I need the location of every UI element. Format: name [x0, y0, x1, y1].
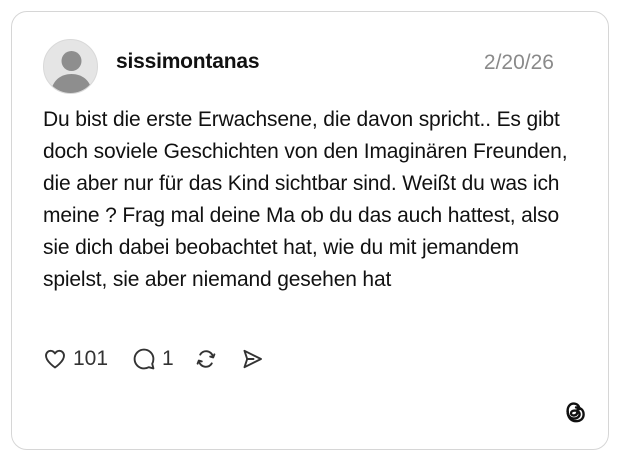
send-icon: [243, 349, 262, 369]
post-text: Du bist die erste Erwachsene, die davon …: [43, 108, 568, 291]
action-bar: 101 1: [43, 345, 264, 373]
comment-icon: [133, 348, 155, 370]
like-count: 101: [73, 347, 109, 370]
repost-icon: [196, 350, 216, 368]
reply-count: 1: [162, 347, 174, 370]
post-date: 2/20/26: [483, 51, 554, 74]
username[interactable]: sissimontanas: [116, 50, 259, 74]
repost-button[interactable]: [194, 347, 218, 371]
avatar[interactable]: [43, 39, 98, 94]
threads-logo-icon: [566, 402, 585, 423]
share-button[interactable]: [240, 347, 264, 371]
reply-button[interactable]: 1: [132, 347, 174, 371]
default-avatar-icon: [50, 51, 93, 93]
post-card: sissimontanas 2/20/26 Du bist die erste …: [11, 11, 609, 450]
heart-icon: [45, 349, 65, 369]
like-button[interactable]: 101: [43, 347, 108, 371]
